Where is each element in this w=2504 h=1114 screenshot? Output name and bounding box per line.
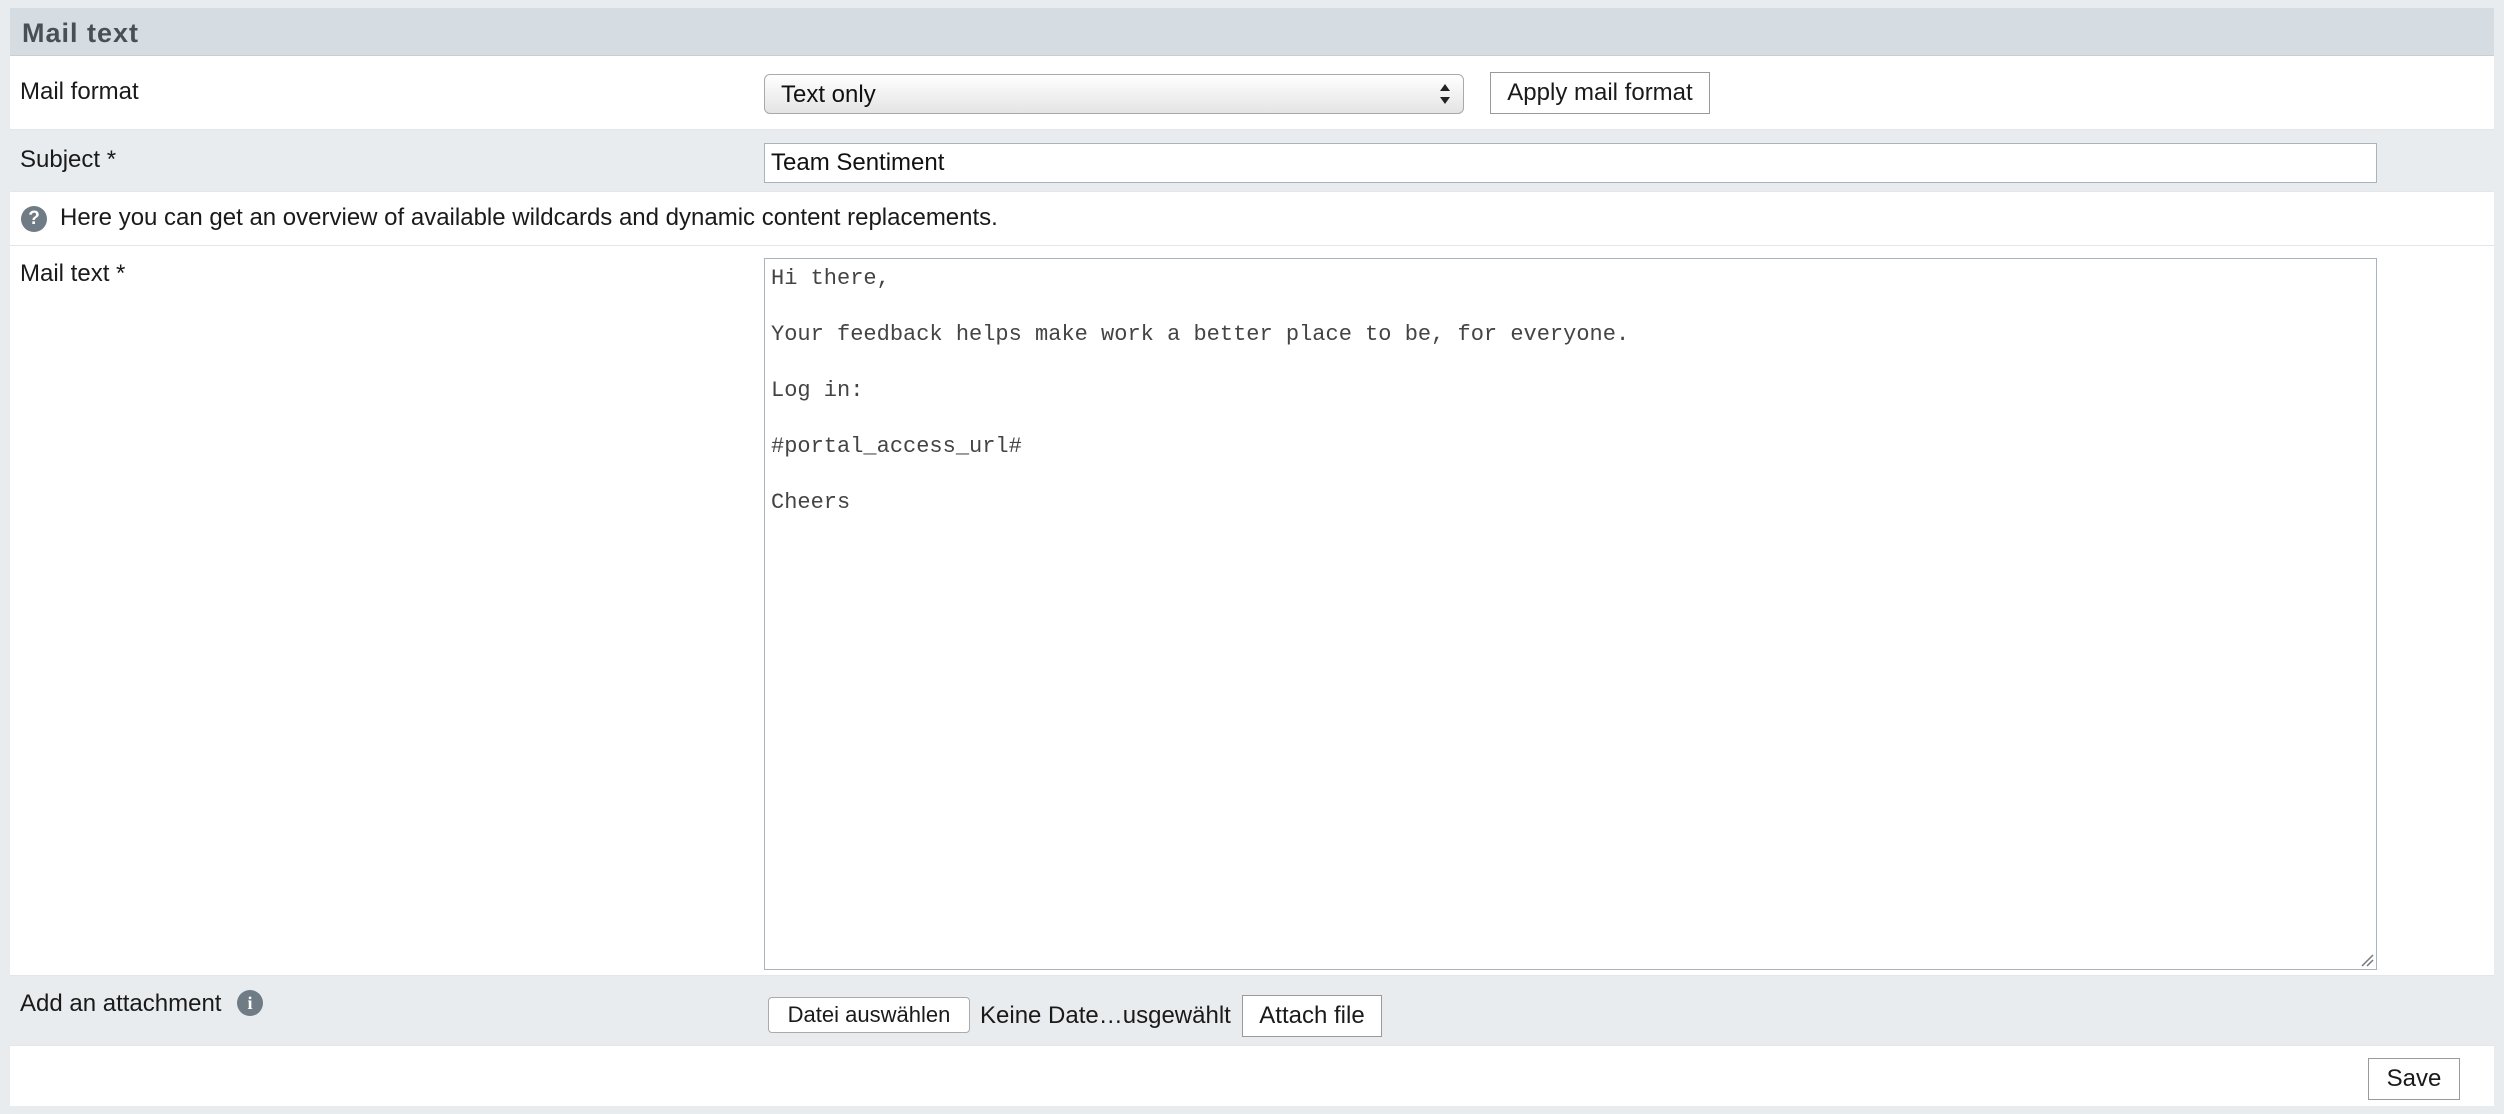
- wildcards-help-row: ? Here you can get an overview of availa…: [10, 192, 2494, 246]
- mail-format-row: Mail format Text only Apply mail format: [10, 56, 2494, 130]
- apply-mail-format-button[interactable]: Apply mail format: [1490, 72, 1710, 114]
- select-arrows-icon: [1440, 84, 1450, 104]
- file-status-text: Keine Date…usgewählt: [980, 1002, 1231, 1029]
- mail-text-line: Hi there,: [771, 266, 890, 291]
- section-title: Mail text: [22, 18, 140, 48]
- footer-row: Save: [10, 1046, 2494, 1106]
- attachment-label: Add an attachment: [20, 990, 222, 1017]
- info-icon[interactable]: i: [237, 990, 263, 1016]
- subject-input[interactable]: [764, 143, 2377, 183]
- wildcards-help-text[interactable]: Here you can get an overview of availabl…: [60, 204, 998, 232]
- section-header: Mail text: [10, 8, 2494, 56]
- attach-file-button[interactable]: Attach file: [1242, 995, 1382, 1037]
- save-button[interactable]: Save: [2368, 1058, 2460, 1100]
- choose-file-button[interactable]: Datei auswählen: [768, 997, 970, 1033]
- subject-label: Subject *: [20, 146, 117, 173]
- question-mark-icon[interactable]: ?: [21, 206, 47, 232]
- subject-row: Subject *: [10, 130, 2494, 192]
- mail-text-line: Log in:: [771, 378, 864, 403]
- mail-text-line: Your feedback helps make work a better p…: [771, 322, 1630, 347]
- mail-text-row: Mail text * Hi there, Your feedback help…: [10, 246, 2494, 976]
- attachment-row: Add an attachment i Datei auswählen Kein…: [10, 976, 2494, 1046]
- mail-format-select[interactable]: Text only: [764, 74, 1464, 114]
- mail-text-line: #portal_access_url#: [771, 434, 1022, 459]
- mail-text-line: Cheers: [771, 490, 851, 515]
- mail-text-label: Mail text *: [20, 260, 126, 287]
- resize-grip-icon[interactable]: [2358, 951, 2374, 967]
- mail-text-panel: Mail text Mail format Text only Apply ma…: [10, 8, 2494, 1106]
- mail-format-selected-value: Text only: [781, 81, 876, 108]
- mail-format-label: Mail format: [20, 78, 139, 105]
- mail-text-textarea[interactable]: Hi there, Your feedback helps make work …: [764, 258, 2377, 970]
